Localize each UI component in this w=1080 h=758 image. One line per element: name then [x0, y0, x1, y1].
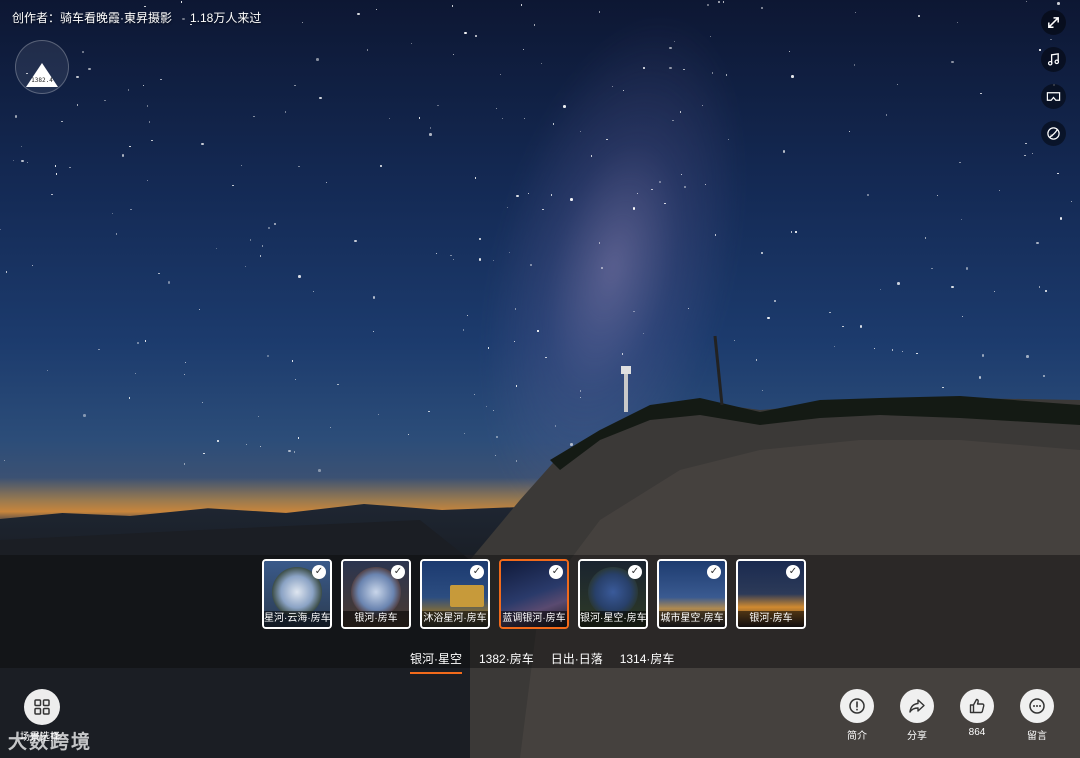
- tab-1314-rv[interactable]: 1314·房车: [620, 650, 675, 672]
- author-text: 创作者：骑车看晚霞·東昇摄影: [12, 11, 172, 25]
- scene-label: 城市星空·房车: [659, 611, 725, 627]
- info-icon: [849, 698, 865, 714]
- scene-label: 银河·星空·房车: [580, 611, 646, 627]
- panorama-viewer[interactable]: 创作者：骑车看晚霞·東昇摄影 1.18万人来过 1382.4 ✓ 星河·云海·房…: [0, 0, 1080, 758]
- logo: 1382.4: [15, 40, 69, 94]
- logo-code: 1382.4: [31, 77, 53, 84]
- check-icon: ✓: [549, 565, 563, 579]
- scene-select-button[interactable]: [24, 689, 60, 725]
- action-bar: 简介 分享 864 留言: [839, 689, 1055, 742]
- check-icon: ✓: [391, 565, 405, 579]
- like-button[interactable]: 864: [959, 689, 995, 742]
- toolbar-right: [1041, 10, 1066, 146]
- share-button[interactable]: 分享: [899, 689, 935, 742]
- gyroscope-icon: [1047, 127, 1060, 140]
- comment-label: 留言: [1027, 731, 1047, 742]
- tab-1382-rv[interactable]: 1382·房车: [479, 650, 534, 672]
- tab-sunrise-sunset[interactable]: 日出·日落: [551, 650, 603, 672]
- fullscreen-button[interactable]: [1041, 10, 1066, 35]
- scene-label: 蓝调银河·房车: [501, 611, 567, 627]
- fullscreen-icon: [1048, 17, 1059, 28]
- comment-button[interactable]: 留言: [1019, 689, 1055, 742]
- like-count: 864: [968, 727, 986, 738]
- visit-count: 1.18万人来过: [190, 11, 262, 25]
- intro-label: 简介: [847, 731, 867, 742]
- share-label: 分享: [907, 731, 927, 742]
- thumbs-up-icon: [969, 698, 985, 714]
- grid-icon: [34, 699, 50, 715]
- scene-thumb-4[interactable]: ✓ 蓝调银河·房车: [499, 559, 569, 629]
- check-icon: ✓: [786, 565, 800, 579]
- music-icon: [1047, 53, 1060, 66]
- scene-thumb-2[interactable]: ✓ 银河·房车: [341, 559, 411, 629]
- comment-icon: [1029, 698, 1045, 714]
- scene-thumb-5[interactable]: ✓ 银河·星空·房车: [578, 559, 648, 629]
- check-icon: ✓: [628, 565, 642, 579]
- group-tabs: 银河·星空 1382·房车 日出·日落 1314·房车: [410, 650, 675, 674]
- scene-thumb-6[interactable]: ✓ 城市星空·房车: [657, 559, 727, 629]
- check-icon: ✓: [707, 565, 721, 579]
- vr-button[interactable]: [1041, 84, 1066, 109]
- share-icon: [909, 699, 925, 713]
- watermark: 大数跨境: [8, 732, 93, 753]
- scene-label: 银河·房车: [738, 611, 804, 627]
- scene-thumb-1[interactable]: ✓ 星河·云海·房车: [262, 559, 332, 629]
- gyroscope-button[interactable]: [1041, 121, 1066, 146]
- scene-thumb-3[interactable]: ✓ 沐浴星河·房车: [420, 559, 490, 629]
- header: 创作者：骑车看晚霞·東昇摄影 1.18万人来过: [12, 9, 261, 26]
- scene-label: 沐浴星河·房车: [422, 611, 488, 627]
- scene-label: 星河·云海·房车: [264, 611, 330, 627]
- intro-button[interactable]: 简介: [839, 689, 875, 742]
- check-icon: ✓: [312, 565, 326, 579]
- tab-galaxy-starry[interactable]: 银河·星空: [410, 650, 462, 674]
- scene-label: 银河·房车: [343, 611, 409, 627]
- scene-thumb-7[interactable]: ✓ 银河·房车: [736, 559, 806, 629]
- music-button[interactable]: [1041, 47, 1066, 72]
- check-icon: ✓: [470, 565, 484, 579]
- scene-thumbnails: ✓ 星河·云海·房车 ✓ 银河·房车 ✓ 沐浴星河·房车 ✓ 蓝调银河·房车 ✓…: [262, 559, 806, 629]
- vr-icon: [1046, 92, 1061, 101]
